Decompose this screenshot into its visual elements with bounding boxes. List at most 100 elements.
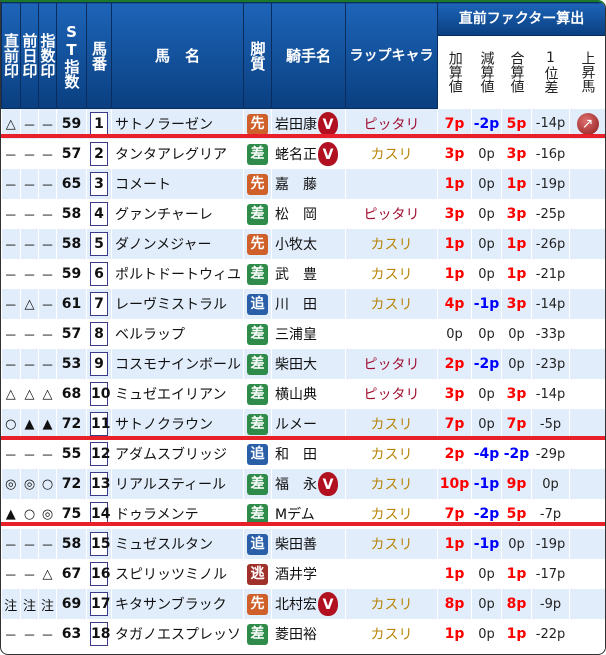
st-index: 69 [56,589,87,619]
table-row[interactable]: －－－ 59 6 ポルトドートウィユ差武 豊カスリ 1p 0p 1p -21p [1,259,605,289]
header-horse-name: 馬 名 [111,2,244,109]
zenjitsu-mark: － [20,349,39,379]
table-row[interactable]: －－－ 57 8 ベルラップ差三浦皇 0p 0p 0p -33p [1,319,605,349]
horse-number-cell: 4 [86,199,112,229]
chokuzen-mark: － [1,169,21,199]
table-row[interactable]: －－－ 58 15 ミュゼスルタン追柴田善 カスリ 1p -1p 0p -19p [1,529,605,559]
horse-name[interactable]: リアルスティール [111,469,244,499]
leg-cell: 差 [243,619,272,649]
v-flame-icon: V [318,472,338,496]
total-value: 8p [501,589,532,619]
first-diff: -5p [531,409,570,439]
index-mark: － [38,139,57,169]
horse-number-cell: 17 [86,589,112,619]
horse-number-cell: 12 [86,439,112,469]
sub-value: -1p [471,529,502,559]
table-row[interactable]: －－－ 58 4 グァンチャーレ差松 岡ピッタリ 3p 0p 3p -25p [1,199,605,229]
horse-number-cell: 6 [86,259,112,289]
table-row[interactable]: －－－ 57 2 タンタアレグリア差蛯名正 V カスリ 3p 0p 3p -16p [1,139,605,169]
horse-name[interactable]: タンタアレグリア [111,139,244,169]
header-leg: 脚質 [243,2,272,109]
table-row[interactable]: －－－ 65 3 コメート先嘉 藤 1p 0p 1p -19p [1,169,605,199]
leg-cell: 追 [243,529,272,559]
horse-number-cell: 7 [86,289,112,319]
table-row[interactable]: －－－ 55 12 アダムスブリッジ追和 田カスリ 2p -4p -2p -29p [1,439,605,469]
index-mark: － [38,349,57,379]
header-chokuzen-mark: 直前印 [1,2,21,109]
horse-number-cell: 10 [86,379,112,409]
rising-cell [569,529,605,559]
add-value: 3p [437,199,472,229]
zenjitsu-mark: △ [20,289,39,319]
add-value: 3p [437,139,472,169]
leg-badge: 差 [247,323,268,345]
first-diff: -19p [531,529,570,559]
table-row[interactable]: △ △ △ 68 10 ミュゼエイリアン差横山典 ピッタリ 3p 0p 3p -14p [1,379,605,409]
total-value: 0p [501,319,532,349]
rising-cell [569,199,605,229]
leg-cell: 差 [243,259,272,289]
total-value: 1p [501,229,532,259]
chokuzen-mark: － [1,559,21,589]
horse-name[interactable]: レーヴミストラル [111,289,244,319]
index-mark: － [38,259,57,289]
jockey-name: 柴田善 [275,537,317,553]
st-index: 59 [56,259,87,289]
horse-name[interactable]: ポルトドートウィユ [111,259,244,289]
index-mark: 注 [38,589,57,619]
table-row[interactable]: －－－ 63 18 タガノエスプレッソ差菱田裕 カスリ 1p 0p 1p -22p [1,619,605,649]
horse-name[interactable]: タガノエスプレッソ [111,619,244,649]
zenjitsu-mark: － [20,319,39,349]
leg-badge: 差 [247,263,268,285]
horse-name[interactable]: ミュゼスルタン [111,529,244,559]
lap-chara: ピッタリ [345,199,438,229]
horse-number: 1 [90,112,108,136]
chokuzen-mark: － [1,439,21,469]
jockey-name: Mデム [275,507,315,523]
jockey-name: 北村宏 [275,597,317,613]
table-row[interactable]: 注注注 69 17 キタサンブラック先北村宏 V カスリ 8p 0p 8p -9p [1,589,605,619]
rising-cell [569,379,605,409]
add-value: 10p [437,469,472,499]
zenjitsu-mark: ▲ [20,409,39,439]
leg-badge: 先 [247,113,268,135]
rising-arrow-icon[interactable]: ↗ [576,112,599,135]
rising-cell [569,559,605,589]
horse-name[interactable]: キタサンブラック [111,589,244,619]
horse-name[interactable]: サトノクラウン [111,409,244,439]
horse-number-cell: 16 [86,559,112,589]
table-row[interactable]: －－－ 53 9 コスモナインボール差柴田大 ピッタリ 2p -2p 0p -23p [1,349,605,379]
horse-number: 9 [90,352,108,376]
table-row[interactable]: －－－ 58 5 ダノンメジャー先小牧太 カスリ 1p 0p 1p -26p [1,229,605,259]
rising-cell [569,409,605,439]
leg-cell: 先 [243,229,272,259]
table-row[interactable]: － △ － 61 7 レーヴミストラル追川 田カスリ 4p -1p 3p -14p [1,289,605,319]
horse-name[interactable]: コスモナインボール [111,349,244,379]
horse-number-cell: 8 [86,319,112,349]
table-row[interactable]: ◎ ◎ ○ 72 13 リアルスティール差福 永 V カスリ 10p -1p 9p 0p [1,469,605,499]
horse-number-cell: 15 [86,529,112,559]
add-value: 1p [437,169,472,199]
horse-name[interactable]: アダムスブリッジ [111,439,244,469]
horse-name[interactable]: ミュゼエイリアン [111,379,244,409]
index-mark: － [38,289,57,319]
sub-value: 0p [471,259,502,289]
horse-name[interactable]: グァンチャーレ [111,199,244,229]
total-value: 3p [501,199,532,229]
zenjitsu-mark: － [20,229,39,259]
add-value: 1p [437,529,472,559]
sub-value: 0p [471,409,502,439]
horse-name[interactable]: スピリッツミノル [111,559,244,589]
horse-name[interactable]: ベルラップ [111,319,244,349]
index-mark: ▲ [38,409,57,439]
jockey-name: 嘉 藤 [275,177,317,193]
first-diff: -21p [531,259,570,289]
header-horse-number: 馬番 [86,2,112,109]
horse-number: 5 [90,232,108,256]
table-row[interactable]: ○ ▲ ▲ 72 11 サトノクラウン差ルメー カスリ 7p 0p 7p -5p [1,409,605,439]
table-row[interactable]: －－ △ 67 16 スピリッツミノル逃酒井学 1p 0p 1p -17p [1,559,605,589]
horse-name[interactable]: ダノンメジャー [111,229,244,259]
horse-name[interactable]: コメート [111,169,244,199]
index-mark: △ [38,379,57,409]
header-sub: 減算値 [471,35,502,109]
